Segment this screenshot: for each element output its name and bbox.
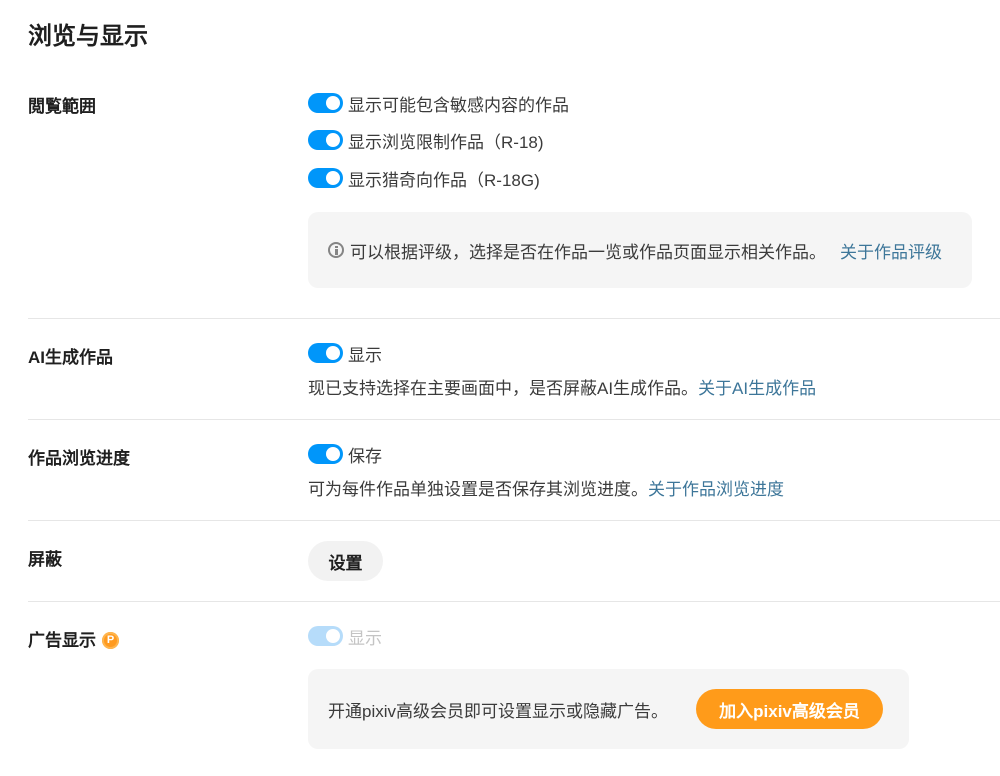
- info-icon: [328, 242, 344, 258]
- rating-info-box: 可以根据评级，选择是否在作品一览或作品页面显示相关作品。 关于作品评级: [308, 212, 972, 288]
- premium-upsell-text: 开通pixiv高级会员即可设置显示或隐藏广告。: [328, 701, 669, 721]
- ai-section-label: AI生成作品: [28, 348, 113, 367]
- progress-save-toggle[interactable]: [308, 444, 343, 464]
- r18-row[interactable]: 显示浏览限制作品（R-18): [308, 129, 544, 152]
- ads-section-label: 广告显示 P: [28, 626, 119, 651]
- toggle-knob: [326, 346, 340, 360]
- r18-label: 显示浏览限制作品（R-18): [348, 132, 544, 152]
- progress-description-text: 可为每件作品单独设置是否保存其浏览进度。: [308, 480, 648, 499]
- ai-display-row[interactable]: 显示: [308, 342, 382, 365]
- sensitive-content-toggle[interactable]: [308, 93, 343, 113]
- progress-save-label: 保存: [348, 446, 382, 466]
- premium-badge-icon: P: [102, 632, 119, 650]
- progress-info-link[interactable]: 关于作品浏览进度: [648, 480, 784, 499]
- join-premium-button[interactable]: 加入pixiv高级会员: [696, 689, 884, 729]
- premium-upsell-box: 开通pixiv高级会员即可设置显示或隐藏广告。 加入pixiv高级会员: [308, 669, 909, 749]
- mute-section-label: 屏蔽: [28, 550, 62, 569]
- ads-display-label: 显示: [348, 628, 382, 648]
- toggle-knob: [326, 96, 340, 110]
- sensitive-content-label: 显示可能包含敏感内容的作品: [348, 95, 569, 115]
- ai-description-text: 现已支持选择在主要画面中，是否屏蔽AI生成作品。: [308, 379, 699, 398]
- divider: [28, 601, 1000, 602]
- mute-settings-button[interactable]: 设置: [308, 541, 383, 581]
- page-title: 浏览与显示: [28, 23, 148, 50]
- ai-display-label: 显示: [348, 345, 382, 365]
- rating-info-link[interactable]: 关于作品评级: [840, 243, 942, 262]
- progress-section-label: 作品浏览进度: [28, 449, 130, 468]
- ai-display-toggle[interactable]: [308, 343, 343, 363]
- divider: [28, 318, 1000, 319]
- range-section-label: 閲覧範囲: [28, 97, 96, 116]
- divider: [28, 419, 1000, 420]
- sensitive-content-row[interactable]: 显示可能包含敏感内容的作品: [308, 92, 569, 115]
- progress-save-row[interactable]: 保存: [308, 443, 382, 466]
- r18g-toggle[interactable]: [308, 168, 343, 188]
- r18g-label: 显示猎奇向作品（R-18G): [348, 170, 540, 190]
- rating-info-description: 可以根据评级，选择是否在作品一览或作品页面显示相关作品。: [350, 242, 826, 262]
- toggle-knob: [326, 171, 340, 185]
- ai-info-link[interactable]: 关于AI生成作品: [698, 379, 816, 398]
- r18-toggle[interactable]: [308, 130, 343, 150]
- ads-display-toggle: [308, 626, 343, 646]
- ads-display-row: 显示: [308, 625, 382, 648]
- divider: [28, 520, 1000, 521]
- toggle-knob: [326, 133, 340, 147]
- toggle-knob: [326, 447, 340, 461]
- rating-info-text: 可以根据评级，选择是否在作品一览或作品页面显示相关作品。 关于作品评级: [350, 238, 942, 263]
- browse-display-settings: 浏览与显示 閲覧範囲 显示可能包含敏感内容的作品 显示浏览限制作品（R-18) …: [0, 0, 1000, 776]
- ads-section-label-text: 广告显示: [28, 631, 96, 650]
- toggle-knob: [326, 629, 340, 643]
- progress-description: 可为每件作品单独设置是否保存其浏览进度。关于作品浏览进度: [308, 475, 784, 500]
- ai-description: 现已支持选择在主要画面中，是否屏蔽AI生成作品。关于AI生成作品: [308, 374, 816, 399]
- r18g-row[interactable]: 显示猎奇向作品（R-18G): [308, 167, 540, 190]
